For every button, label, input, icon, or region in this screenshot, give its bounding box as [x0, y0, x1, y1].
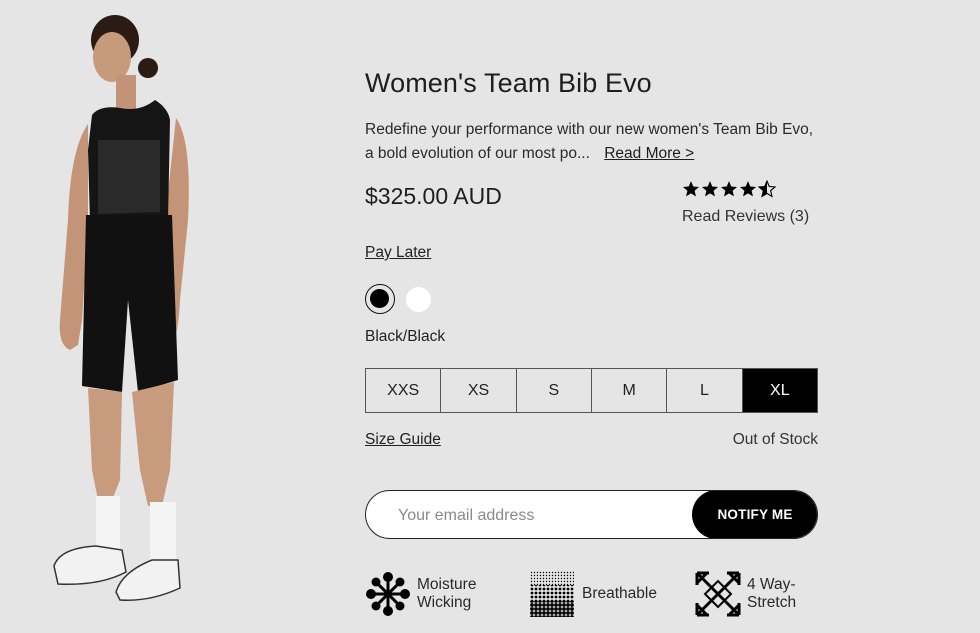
star-icon — [682, 181, 700, 197]
read-reviews-link[interactable]: Read Reviews (3) — [682, 208, 809, 226]
product-description: Redefine your performance with our new w… — [365, 118, 825, 166]
read-more-link[interactable]: Read More > — [604, 145, 694, 162]
star-icon — [720, 181, 738, 197]
moisture-wicking-icon — [366, 572, 410, 616]
color-swatch-black[interactable] — [365, 284, 395, 314]
stock-status: Out of Stock — [732, 431, 818, 448]
feature-breathable: Breathable — [530, 571, 657, 617]
rating-stars — [682, 180, 776, 198]
feature-label: 4 Way- — [747, 576, 796, 593]
star-half-icon — [758, 180, 776, 198]
notify-me-button[interactable]: NOTIFY ME — [692, 491, 817, 538]
star-icon — [739, 181, 757, 197]
stretch-icon — [695, 571, 741, 617]
pay-later-link[interactable]: Pay Later — [365, 244, 431, 262]
feature-label: Breathable — [582, 585, 657, 602]
product-price: $325.00 AUD — [365, 183, 502, 209]
product-model-image — [53, 15, 189, 601]
star-icon — [701, 181, 719, 197]
size-option-xs[interactable]: XS — [440, 369, 515, 412]
size-guide-link[interactable]: Size Guide — [365, 431, 441, 449]
size-option-m[interactable]: M — [590, 369, 666, 412]
feature-4-way-stretch: 4 Way- Stretch — [695, 571, 796, 617]
product-title: Women's Team Bib Evo — [365, 68, 652, 98]
feature-label: Stretch — [747, 594, 797, 611]
size-option-l[interactable]: L — [666, 369, 741, 412]
description-text: Redefine your performance with our new w… — [365, 121, 814, 162]
feature-moisture-wicking: Moisture Wicking — [365, 571, 476, 617]
size-option-s[interactable]: S — [515, 369, 591, 412]
notify-form: NOTIFY ME — [365, 490, 818, 539]
feature-label: Moisture — [417, 576, 477, 593]
size-option-xl[interactable]: XL — [741, 369, 817, 412]
feature-label: Wicking — [417, 594, 472, 611]
size-option-xxs[interactable]: XXS — [366, 369, 440, 412]
email-input[interactable] — [396, 491, 690, 538]
selected-color-label: Black/Black — [365, 328, 446, 345]
breathable-icon — [530, 571, 574, 617]
size-selector: XXS XS S M L XL — [365, 368, 818, 413]
color-swatch-white[interactable] — [406, 287, 431, 312]
